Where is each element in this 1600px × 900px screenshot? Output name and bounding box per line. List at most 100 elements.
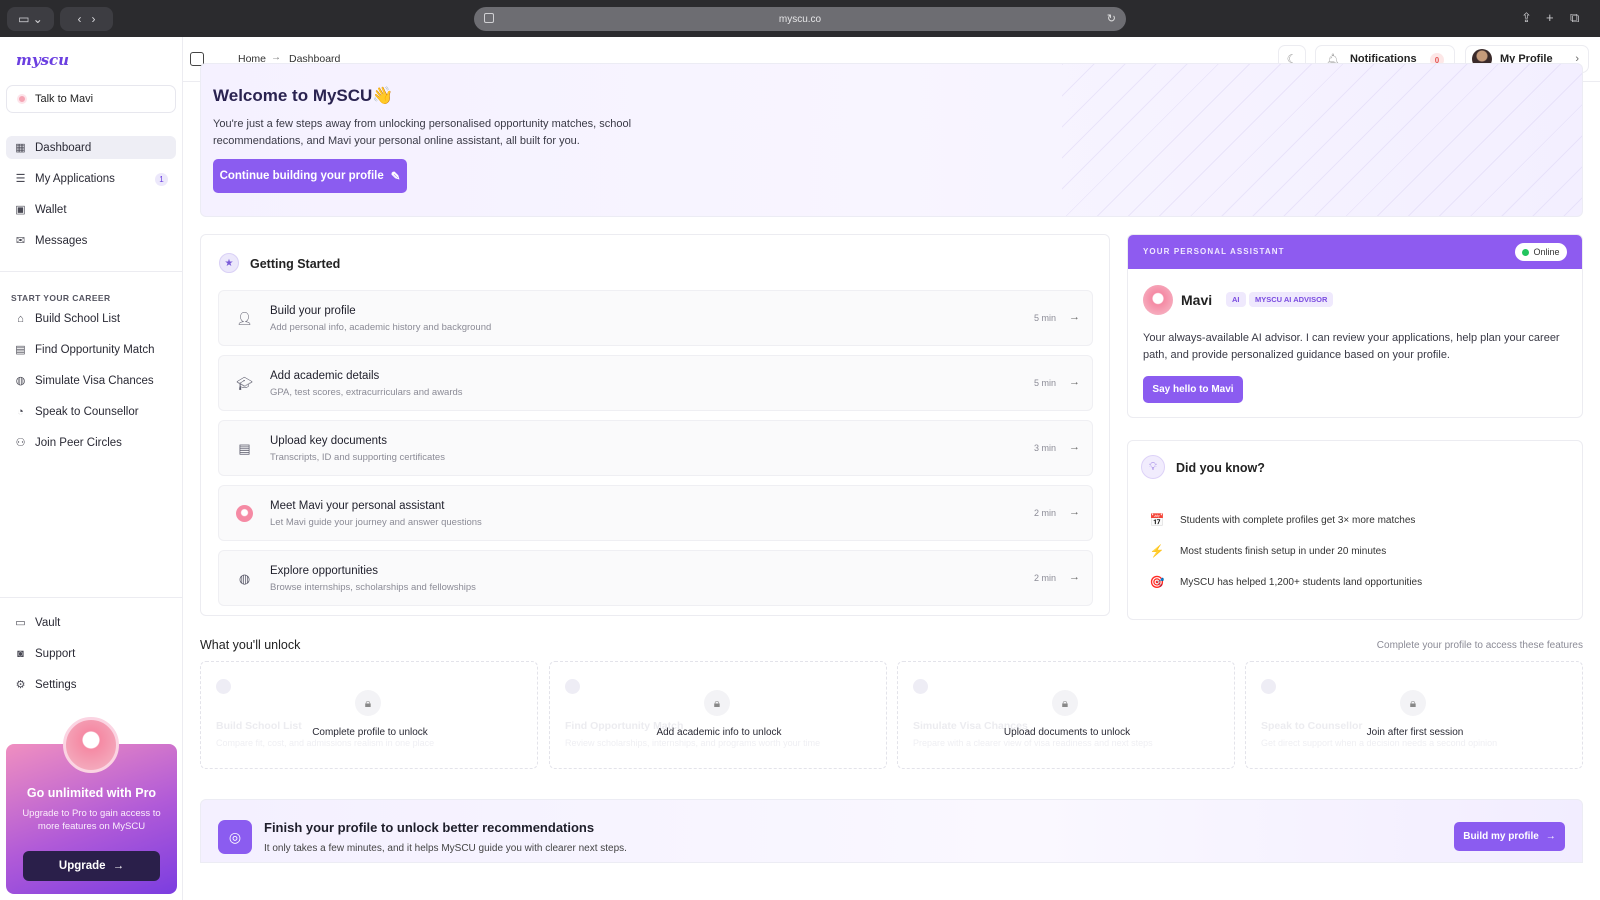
section-label-career: START YOUR CAREER xyxy=(11,293,111,303)
url-text: myscu.co xyxy=(778,13,822,25)
unlock-requirement: Add academic info to unlock xyxy=(656,727,782,738)
finish-profile-banner: ◎ Finish your profile to unlock better r… xyxy=(200,799,1583,863)
did-you-know-title: Did you know? xyxy=(1176,461,1265,475)
sidebar-item-vault[interactable]: ▭ Vault xyxy=(6,611,176,634)
step-meet-mavi[interactable]: Meet Mavi your personal assistant Let Ma… xyxy=(218,485,1093,541)
sidebar-toggle-browser-button[interactable]: ▭ ⌄ xyxy=(7,7,54,31)
applications-count-badge: 1 xyxy=(155,173,168,186)
status-label: Online xyxy=(1533,247,1560,257)
sidebar-item-label: Dashboard xyxy=(35,141,92,154)
status-badge: Online xyxy=(1515,243,1567,261)
list-icon: ☰ xyxy=(15,173,26,185)
assistant-header: YOUR PERSONAL ASSISTANT Online xyxy=(1128,235,1582,269)
step-title: Upload key documents xyxy=(270,435,387,447)
talk-to-mavi-label: Talk to Mavi xyxy=(35,93,94,105)
sidebar-item-label: Settings xyxy=(35,678,77,691)
step-academic-details[interactable]: 🎓︎ Add academic details GPA, test scores… xyxy=(218,355,1093,411)
globe-icon xyxy=(913,679,928,694)
sidebar-item-simulate-visa-chances[interactable]: ◍ Simulate Visa Chances xyxy=(6,369,176,392)
sidebar-item-label: Build School List xyxy=(35,312,121,325)
online-dot-icon xyxy=(1522,248,1530,256)
sidebar-item-messages[interactable]: ✉ Messages xyxy=(6,229,176,252)
sidebar-item-support[interactable]: ◙ Support xyxy=(6,642,176,665)
back-forward-buttons[interactable]: ‹ › xyxy=(60,7,113,31)
welcome-hero: Welcome to MySCU👋 You're just a few step… xyxy=(200,63,1583,217)
build-my-profile-label: Build my profile xyxy=(1463,831,1539,842)
finish-banner-description: It only takes a few minutes, and it help… xyxy=(264,843,627,854)
star-icon: ★ xyxy=(219,253,239,273)
step-time: 2 min xyxy=(1033,508,1056,518)
advisor-tag: MYSCU AI ADVISOR xyxy=(1249,292,1334,307)
step-subtitle: GPA, test scores, extracurriculars and a… xyxy=(270,387,463,398)
unlock-requirement: Complete profile to unlock xyxy=(312,727,428,738)
lock-icon: 🔒︎ xyxy=(355,690,381,716)
briefcase-icon xyxy=(565,679,580,694)
sidebar-item-label: Vault xyxy=(35,616,61,629)
step-title: Explore opportunities xyxy=(270,565,379,577)
logo[interactable]: myscu xyxy=(16,51,69,69)
share-icon[interactable]: ⇪ xyxy=(1521,10,1532,26)
locked-feature-description: Compare fit, cost, and admissions realis… xyxy=(216,738,435,748)
continue-profile-label: Continue building your profile xyxy=(219,170,384,182)
locked-feature-card: Build School List Compare fit, cost, and… xyxy=(200,661,538,769)
breadcrumb-arrow-icon: → xyxy=(271,52,281,63)
folder-icon: ▭ xyxy=(15,617,26,629)
step-subtitle: Browse internships, scholarships and fel… xyxy=(270,582,476,593)
fact-text: Students with complete profiles get 3× m… xyxy=(1180,514,1416,526)
step-title: Build your profile xyxy=(270,305,356,317)
lightning-icon: ⚡ xyxy=(1149,544,1165,558)
step-explore-opportunities[interactable]: ◍ Explore opportunities Browse internshi… xyxy=(218,550,1093,606)
finish-banner-title: Finish your profile to unlock better rec… xyxy=(264,820,595,835)
hero-decoration xyxy=(1062,64,1582,216)
lock-icon: 🔒︎ xyxy=(1400,690,1426,716)
continue-profile-button[interactable]: Continue building your profile ✎ xyxy=(213,159,407,193)
new-tab-icon[interactable]: + xyxy=(1546,10,1554,25)
fact-item: ⚡ Most students finish setup in under 20… xyxy=(1149,544,1387,558)
unlock-requirement: Upload documents to unlock xyxy=(1003,727,1131,738)
mavi-avatar xyxy=(1143,285,1173,315)
school-icon: ⌂ xyxy=(17,312,24,325)
sidebar-item-label: Messages xyxy=(35,234,88,247)
upgrade-button[interactable]: Upgrade → xyxy=(23,851,160,881)
chat-icon xyxy=(1261,679,1276,694)
globe-icon: ◍ xyxy=(15,375,26,387)
sidebar-item-build-school-list[interactable]: ⌂ Build School List xyxy=(6,307,176,330)
sidebar-item-join-peer-circles[interactable]: ⚇ Join Peer Circles xyxy=(6,431,176,454)
assistant-name: Mavi xyxy=(1181,292,1213,308)
document-icon: ▤ xyxy=(238,440,251,456)
calendar-icon: 📅 xyxy=(1149,513,1165,527)
pencil-icon: ✎ xyxy=(390,171,401,183)
build-my-profile-button[interactable]: Build my profile → xyxy=(1454,822,1565,851)
sidebar-item-settings[interactable]: ⚙ Settings xyxy=(6,673,176,696)
locked-feature-card: Speak to Counsellor Get direct support w… xyxy=(1245,661,1583,769)
personal-assistant-card: YOUR PERSONAL ASSISTANT Online Mavi AI M… xyxy=(1127,234,1583,418)
assistant-description: Your always-available AI advisor. I can … xyxy=(1143,332,1560,361)
address-bar[interactable]: myscu.co ↻ xyxy=(474,7,1126,31)
sidebar-item-find-opportunity-match[interactable]: ▤ Find Opportunity Match xyxy=(6,338,176,361)
sidebar-item-label: Simulate Visa Chances xyxy=(35,374,154,387)
say-hello-button[interactable]: Say hello to Mavi xyxy=(1143,376,1243,403)
locked-feature-description: Review scholarships, internships, and pr… xyxy=(565,738,821,748)
locked-feature-description: Prepare with a clearer view of visa read… xyxy=(913,738,1153,748)
sidebar-item-label: Support xyxy=(35,647,76,660)
tabs-overview-icon[interactable]: ⧉ xyxy=(1570,10,1579,26)
school-icon xyxy=(216,679,231,694)
reload-icon[interactable]: ↻ xyxy=(1107,12,1116,25)
arrow-right-icon: → xyxy=(1069,311,1080,323)
graduation-cap-icon: 🎓︎ xyxy=(236,375,253,391)
unlock-section-note: Complete your profile to access these fe… xyxy=(1376,640,1583,651)
getting-started-title: Getting Started xyxy=(250,257,341,271)
talk-to-mavi-button[interactable]: Talk to Mavi xyxy=(6,85,176,113)
step-build-profile[interactable]: 👤︎ Build your profile Add personal info,… xyxy=(218,290,1093,346)
sidebar-item-my-applications[interactable]: ☰ My Applications 1 xyxy=(6,167,176,190)
step-upload-documents[interactable]: ▤ Upload key documents Transcripts, ID a… xyxy=(218,420,1093,476)
lock-icon: 🔒︎ xyxy=(1052,690,1078,716)
sidebar-item-dashboard[interactable]: ▦ Dashboard xyxy=(6,136,176,159)
sidebar-item-wallet[interactable]: ▣ Wallet xyxy=(6,198,176,221)
sidebar-item-speak-to-counsellor[interactable]: ◔ Speak to Counsellor xyxy=(6,400,176,423)
mavi-icon xyxy=(236,505,253,522)
people-icon: ⚇ xyxy=(15,437,26,449)
upgrade-button-label: Upgrade xyxy=(58,860,106,872)
mavi-icon xyxy=(17,94,27,104)
lock-icon: 🔒︎ xyxy=(704,690,730,716)
